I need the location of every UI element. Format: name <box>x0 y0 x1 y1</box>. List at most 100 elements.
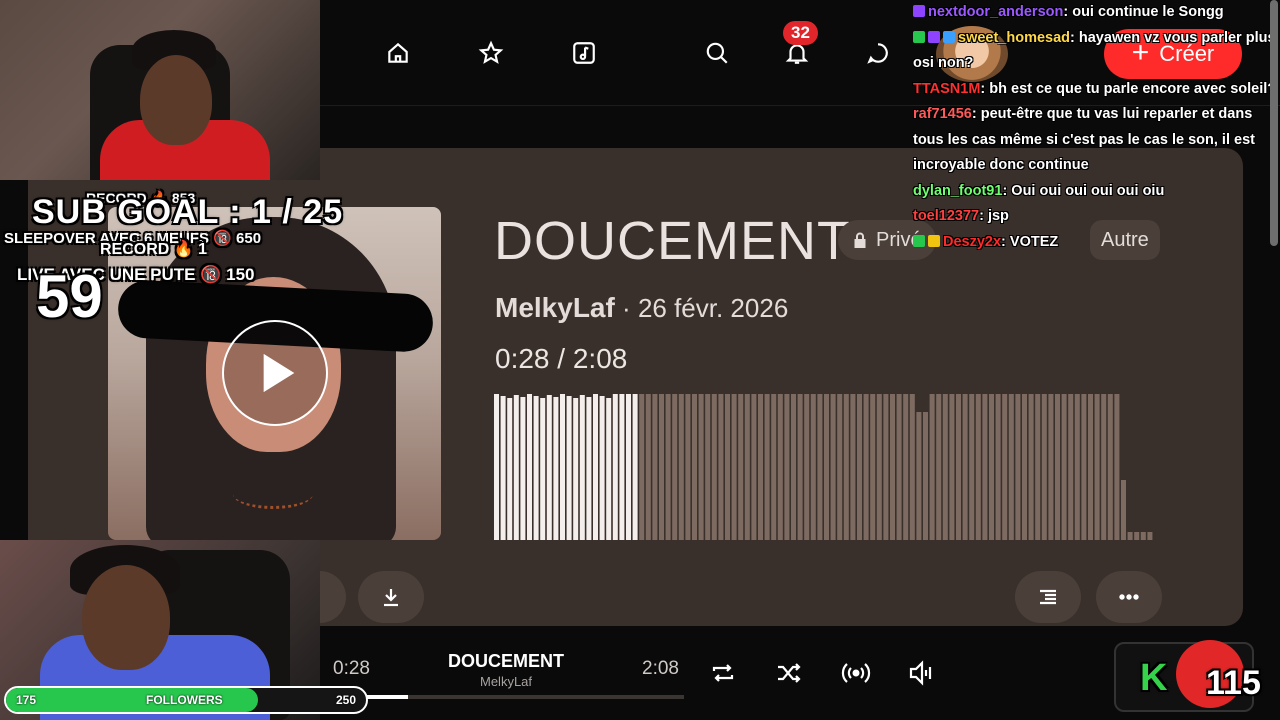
chat-text: oui continue le Songg <box>1072 4 1224 20</box>
waveform-bar <box>975 394 981 540</box>
waveform-bar <box>1134 532 1140 540</box>
shuffle-icon <box>778 663 801 683</box>
repeat-icon <box>712 664 734 682</box>
waveform-bar <box>527 394 532 540</box>
waveform-bar <box>586 397 592 540</box>
more-options-button[interactable] <box>1096 571 1162 623</box>
home-icon[interactable] <box>383 38 413 68</box>
waveform-bar <box>876 394 882 540</box>
waveform-bar <box>956 394 961 540</box>
waveform-bar <box>1041 394 1047 540</box>
download-button[interactable] <box>358 571 424 623</box>
search-icon[interactable] <box>702 38 732 68</box>
chat-username[interactable]: raf71456 <box>913 106 972 122</box>
chat-separator: : <box>979 208 988 224</box>
waveform-bar <box>896 394 902 540</box>
download-icon <box>384 589 398 607</box>
chat-message: toel12377: jsp <box>913 204 1278 230</box>
waveform-bar <box>949 394 955 540</box>
artist-link[interactable]: MelkyLaf <box>495 292 615 323</box>
waveform-bar <box>593 394 598 540</box>
chat-message: sweet_homesad: hayawen vz vous parler pl… <box>913 26 1278 77</box>
chat-username[interactable]: Deszy2x <box>943 234 1001 250</box>
waveform-bar <box>883 394 889 540</box>
repeat-button[interactable] <box>706 656 740 690</box>
waveform-bar <box>546 395 552 540</box>
chat-text: jsp <box>987 208 1009 224</box>
waveform-bar <box>645 394 651 540</box>
waveform-seekbar[interactable] <box>494 392 1154 540</box>
lyrics-button[interactable] <box>1015 571 1081 623</box>
track-time: 0:28 / 2:08 <box>495 343 627 375</box>
chat-scrollbar[interactable] <box>1270 0 1278 246</box>
waveform-bar <box>995 394 1001 540</box>
kick-viewer-count: 115 <box>1206 664 1261 702</box>
notification-badge: 32 <box>783 21 818 45</box>
waveform-bar <box>929 394 935 540</box>
waveform-bar <box>804 394 810 540</box>
waveform-bar <box>731 394 737 540</box>
play-button[interactable] <box>222 320 328 426</box>
waveform-bar <box>626 394 631 540</box>
player-progress-bar[interactable] <box>330 695 684 699</box>
chat-separator: : <box>1070 29 1079 46</box>
play-icon <box>263 353 295 393</box>
waveform-bar <box>863 394 869 540</box>
player-track-title[interactable]: DOUCEMENT <box>448 651 564 672</box>
waveform-bar <box>500 396 506 540</box>
volume-button[interactable] <box>905 656 939 690</box>
followers-current: 175 <box>16 693 37 707</box>
waveform-bar <box>758 394 763 540</box>
chat-badge-icon <box>913 30 925 43</box>
chat-message: raf71456: peut-être que tu vas lui repar… <box>913 102 1278 179</box>
chat-badge-icon <box>913 5 925 17</box>
followers-label: FOLLOWERS <box>146 693 223 707</box>
chat-text: bh est ce que tu parle encore avec solei… <box>989 80 1277 97</box>
waveform-bar <box>909 394 915 540</box>
waveform-bar <box>639 394 645 540</box>
waveform-bar <box>540 398 546 540</box>
waveform-bar <box>1094 394 1100 540</box>
waveform-bar <box>962 394 968 540</box>
waveform-bar <box>817 394 823 540</box>
chat-separator: : <box>1001 233 1010 250</box>
time-current: 0:28 <box>495 343 550 374</box>
chat-username[interactable]: sweet_homesad <box>958 30 1070 46</box>
waveform-bar <box>771 394 777 540</box>
kick-logo: K <box>1140 657 1168 699</box>
waveform-bar <box>1107 394 1113 540</box>
waveform-bar <box>513 395 519 540</box>
chat-username[interactable]: nextdoor_anderson <box>928 4 1063 20</box>
shuffle-button[interactable] <box>772 656 806 690</box>
chat-message: nextdoor_anderson: oui continue le Songg <box>913 0 1278 26</box>
chat-username[interactable]: TTASN1M <box>913 81 980 97</box>
broadcast-icon <box>841 663 871 683</box>
waveform-bar <box>606 398 612 540</box>
player-artist[interactable]: MelkyLaf <box>480 674 532 689</box>
chat-username[interactable]: dylan_foot91 <box>913 183 1002 199</box>
waveform-bar <box>1048 394 1054 540</box>
waveform-bar <box>890 394 895 540</box>
followers-goal-bar: 175 FOLLOWERS 250 <box>4 686 368 714</box>
waveform-bar <box>619 394 625 540</box>
waveform-bar <box>1002 394 1008 540</box>
chat-username[interactable]: toel12377 <box>913 208 979 224</box>
waveform-bar <box>612 394 618 540</box>
waveform-bar <box>916 412 922 540</box>
waveform-bar <box>1121 480 1126 540</box>
waveform-bar <box>1114 394 1120 540</box>
waveform-bar <box>850 394 856 540</box>
waveform-bar <box>837 394 843 540</box>
waveform-bar <box>520 397 526 540</box>
time-separator: / <box>549 343 573 374</box>
waveform-bar <box>566 396 572 540</box>
star-icon[interactable] <box>476 38 506 68</box>
broadcast-button[interactable] <box>839 656 873 690</box>
player-time-total: 2:08 <box>642 658 679 679</box>
waveform-bar <box>698 394 704 540</box>
waveform-bar <box>652 394 658 540</box>
chat-text: Oui oui oui oui oui oiu <box>1011 182 1165 199</box>
music-library-icon[interactable] <box>569 38 599 68</box>
messages-icon[interactable] <box>863 38 893 68</box>
track-title: DOUCEMENT <box>494 211 851 271</box>
